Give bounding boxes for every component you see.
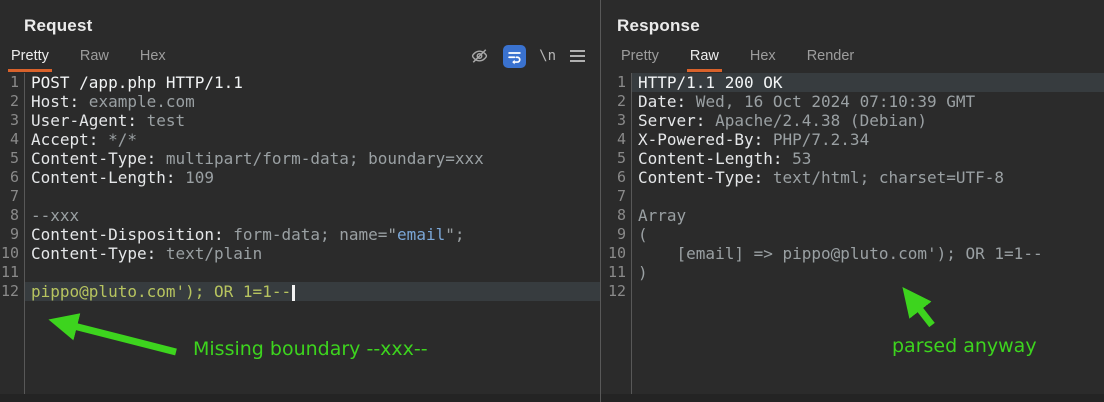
code-line-12[interactable]: 12 (601, 282, 1104, 301)
line-number: 12 (0, 282, 25, 301)
line-number: 8 (601, 206, 632, 225)
request-editor[interactable]: 1 POST /app.php HTTP/1.1 2 Host: example.co… (0, 73, 600, 394)
code-line-2[interactable]: 2 Host: example.com (0, 92, 600, 111)
line-number: 9 (601, 225, 632, 244)
code-line-10[interactable]: 10 Content-Type: text/plain (0, 244, 600, 263)
code-line-7[interactable]: 7 (601, 187, 1104, 206)
line-content: Content-Type: text/html; charset=UTF-8 (638, 168, 1005, 187)
line-number: 8 (0, 206, 25, 225)
line-content (25, 263, 600, 282)
code-line-9[interactable]: 9( (601, 225, 1104, 244)
line-content: User-Agent: test (31, 111, 186, 130)
code-line-11[interactable]: 11 (0, 263, 600, 282)
line-content (632, 282, 1104, 301)
code-line-4[interactable]: 4 X-Powered-By: PHP/7.2.34 (601, 130, 1104, 149)
line-number: 5 (601, 149, 632, 168)
line-content: Server: Apache/2.4.38 (Debian) (638, 111, 927, 130)
line-content: Host: example.com (31, 92, 195, 111)
gutter (0, 301, 25, 394)
line-content: X-Powered-By: PHP/7.2.34 (638, 130, 870, 149)
line-content: Content-Type: text/plain (31, 244, 263, 263)
response-tab-pretty[interactable]: Pretty (618, 45, 662, 72)
line-content: Date: Wed, 16 Oct 2024 07:10:39 GMT (638, 92, 976, 111)
response-title: Response (617, 16, 700, 35)
line-content: [email] => pippo@pluto.com'); OR 1=1-- (638, 244, 1043, 263)
response-tab-raw[interactable]: Raw (686, 45, 722, 72)
line-number: 7 (601, 187, 632, 206)
response-tab-hex[interactable]: Hex (747, 45, 779, 72)
code-line-8[interactable]: 8 --xxx (0, 206, 600, 225)
response-tab-render[interactable]: Render (804, 45, 858, 72)
request-tab-raw[interactable]: Raw (77, 45, 112, 72)
line-number: 3 (0, 111, 25, 130)
response-tabbar: Pretty Raw Hex Render (601, 45, 1104, 72)
line-content: Array (638, 206, 687, 225)
line-number: 11 (601, 263, 632, 282)
line-number: 5 (0, 149, 25, 168)
line-number: 9 (0, 225, 25, 244)
code-line-11[interactable]: 11) (601, 263, 1104, 282)
line-number: 10 (0, 244, 25, 263)
line-content: POST /app.php HTTP/1.1 (31, 73, 243, 92)
code-line-4[interactable]: 4 Accept: */* (0, 130, 600, 149)
line-number: 2 (0, 92, 25, 111)
request-panel: Request Pretty Raw Hex \n 1 POST /app.ph… (0, 0, 600, 402)
code-line-5[interactable]: 5 Content-Length: 53 (601, 149, 1104, 168)
request-editor-toolbar: \n (469, 44, 586, 68)
line-number: 7 (0, 187, 25, 206)
response-panel: Response Pretty Raw Hex Render 1 HTTP/1.1 20… (600, 0, 1104, 402)
response-hscrollbar[interactable] (601, 394, 1104, 402)
line-content: Content-Length: 109 (31, 168, 215, 187)
code-line-10[interactable]: 10 [email] => pippo@pluto.com'); OR 1=1-… (601, 244, 1104, 263)
line-content: Content-Type: multipart/form-data; bound… (31, 149, 484, 168)
text-caret (292, 284, 296, 301)
line-content: HTTP/1.1 200 OK (632, 73, 1104, 92)
code-line-1[interactable]: 1 HTTP/1.1 200 OK (601, 73, 1104, 92)
line-number: 4 (0, 130, 25, 149)
message-editor-view: Request Pretty Raw Hex \n 1 POST /app.ph… (0, 0, 1104, 402)
line-content: --xxx (31, 206, 80, 225)
line-content: Content-Length: 53 (638, 149, 812, 168)
gutter (601, 301, 632, 394)
code-line-1[interactable]: 1 POST /app.php HTTP/1.1 (0, 73, 600, 92)
code-line-3[interactable]: 3 User-Agent: test (0, 111, 600, 130)
newline-toggle-icon[interactable]: \n (539, 48, 556, 64)
line-content (632, 187, 1104, 206)
line-number: 6 (0, 168, 25, 187)
code-line-9[interactable]: 9 Content-Disposition: form-data; name="e… (0, 225, 600, 244)
line-content (25, 187, 600, 206)
code-line-6[interactable]: 6 Content-Type: text/html; charset=UTF-8 (601, 168, 1104, 187)
code-line-2[interactable]: 2 Date: Wed, 16 Oct 2024 07:10:39 GMT (601, 92, 1104, 111)
line-number: 1 (0, 73, 25, 92)
line-number: 12 (601, 282, 632, 301)
editor-menu-icon[interactable] (569, 49, 586, 63)
code-line-8[interactable]: 8 Array (601, 206, 1104, 225)
code-line-6[interactable]: 6 Content-Length: 109 (0, 168, 600, 187)
response-editor[interactable]: 1 HTTP/1.1 200 OK 2 Date: Wed, 16 Oct 2024 … (601, 73, 1104, 394)
line-number: 11 (0, 263, 25, 282)
line-content: pippo@pluto.com'); OR 1=1-- (25, 282, 600, 301)
request-tab-hex[interactable]: Hex (137, 45, 169, 72)
line-content: Accept: */* (31, 130, 137, 149)
line-number: 1 (601, 73, 632, 92)
code-line-5[interactable]: 5 Content-Type: multipart/form-data; boun… (0, 149, 600, 168)
line-number: 6 (601, 168, 632, 187)
line-number: 3 (601, 111, 632, 130)
request-title: Request (24, 16, 93, 35)
word-wrap-icon[interactable] (503, 44, 527, 68)
line-content: ( (638, 225, 648, 244)
code-line-3[interactable]: 3 Server: Apache/2.4.38 (Debian) (601, 111, 1104, 130)
line-content: Content-Disposition: form-data; name="em… (31, 225, 465, 244)
line-number: 4 (601, 130, 632, 149)
line-content: ) (638, 263, 648, 282)
request-tab-pretty[interactable]: Pretty (8, 45, 52, 72)
code-line-7[interactable]: 7 (0, 187, 600, 206)
request-hscrollbar[interactable] (0, 394, 600, 402)
line-number: 2 (601, 92, 632, 111)
eye-slash-icon[interactable] (469, 46, 490, 66)
line-number: 10 (601, 244, 632, 263)
code-line-12[interactable]: 12 pippo@pluto.com'); OR 1=1-- (0, 282, 600, 301)
